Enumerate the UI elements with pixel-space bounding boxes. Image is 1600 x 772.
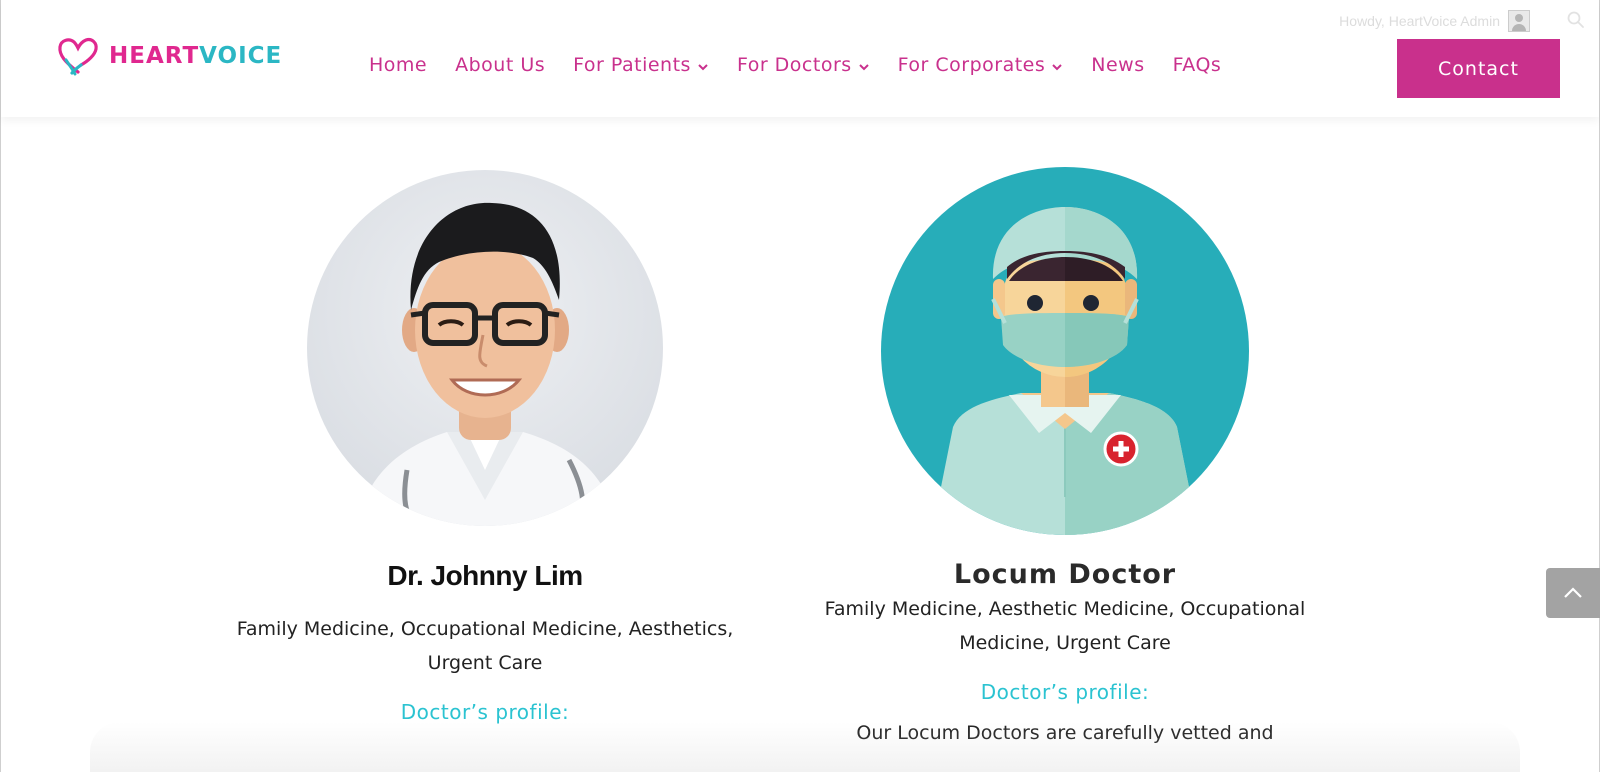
doctor-card: Locum Doctor Family Medicine, Aesthetic … <box>800 167 1330 744</box>
nav-item-for-doctors[interactable]: For Doctors <box>737 54 870 76</box>
admin-greeting: Howdy, HeartVoice Admin <box>1339 13 1500 29</box>
doctor-name: Dr. Johnny Lim <box>387 560 583 591</box>
chevron-down-icon <box>698 64 708 71</box>
doctor-portrait-image <box>307 170 663 526</box>
site-logo[interactable]: HEARTVOICE <box>57 36 282 76</box>
chevron-down-icon <box>1052 64 1062 71</box>
nav-item-faqs[interactable]: FAQs <box>1173 54 1222 76</box>
nav-item-about-us[interactable]: About Us <box>455 54 545 76</box>
doctor-photo <box>307 170 663 526</box>
locum-doctor-illustration <box>881 167 1249 535</box>
nav-item-label: About Us <box>455 54 546 76</box>
logo-text-heart: HEART <box>109 43 200 69</box>
nav-item-for-corporates[interactable]: For Corporates <box>898 54 1064 76</box>
nav-item-news[interactable]: News <box>1091 54 1144 76</box>
scroll-to-top-button[interactable] <box>1546 568 1600 618</box>
chevron-down-icon <box>858 64 869 71</box>
nav-item-label: For Patients <box>573 54 691 76</box>
heart-logo-icon <box>58 37 98 76</box>
admin-account-menu[interactable]: Howdy, HeartVoice Admin <box>1339 10 1530 32</box>
nav-item-home[interactable]: Home <box>369 54 427 76</box>
nav-item-label: For Doctors <box>736 54 852 76</box>
search-icon[interactable] <box>1566 10 1586 30</box>
nav-item-for-patients[interactable]: For Patients <box>573 54 709 76</box>
chevron-up-icon <box>1564 587 1582 598</box>
contact-button[interactable]: Contact <box>1397 39 1560 98</box>
logo-text: HEARTVOICE <box>109 43 282 69</box>
doctor-avatar <box>881 167 1249 535</box>
nav-item-label: For Corporates <box>897 54 1046 76</box>
doctor-specialties: Family Medicine, Aesthetic Medicine, Occ… <box>824 598 1306 654</box>
user-avatar-icon <box>1508 10 1530 32</box>
nav-item-label: Home <box>369 54 428 76</box>
main-nav: Home About Us For Patients For Doctors F… <box>369 54 1221 76</box>
doctor-name: Locum Doctor <box>953 559 1177 590</box>
logo-text-voice: VOICE <box>199 43 283 69</box>
nav-item-label: FAQs <box>1172 54 1222 76</box>
doctor-specialties: Family Medicine, Occupational Medicine, … <box>236 618 734 674</box>
doctor-card: Dr. Johnny Lim Family Medicine, Occupati… <box>220 170 750 724</box>
nav-item-label: News <box>1091 54 1145 76</box>
doctor-profile-heading: Doctor’s profile: <box>400 700 570 724</box>
doctor-profile-heading: Doctor’s profile: <box>980 680 1150 704</box>
doctor-profile-text: Our Locum Doctors are carefully vetted a… <box>856 722 1274 744</box>
